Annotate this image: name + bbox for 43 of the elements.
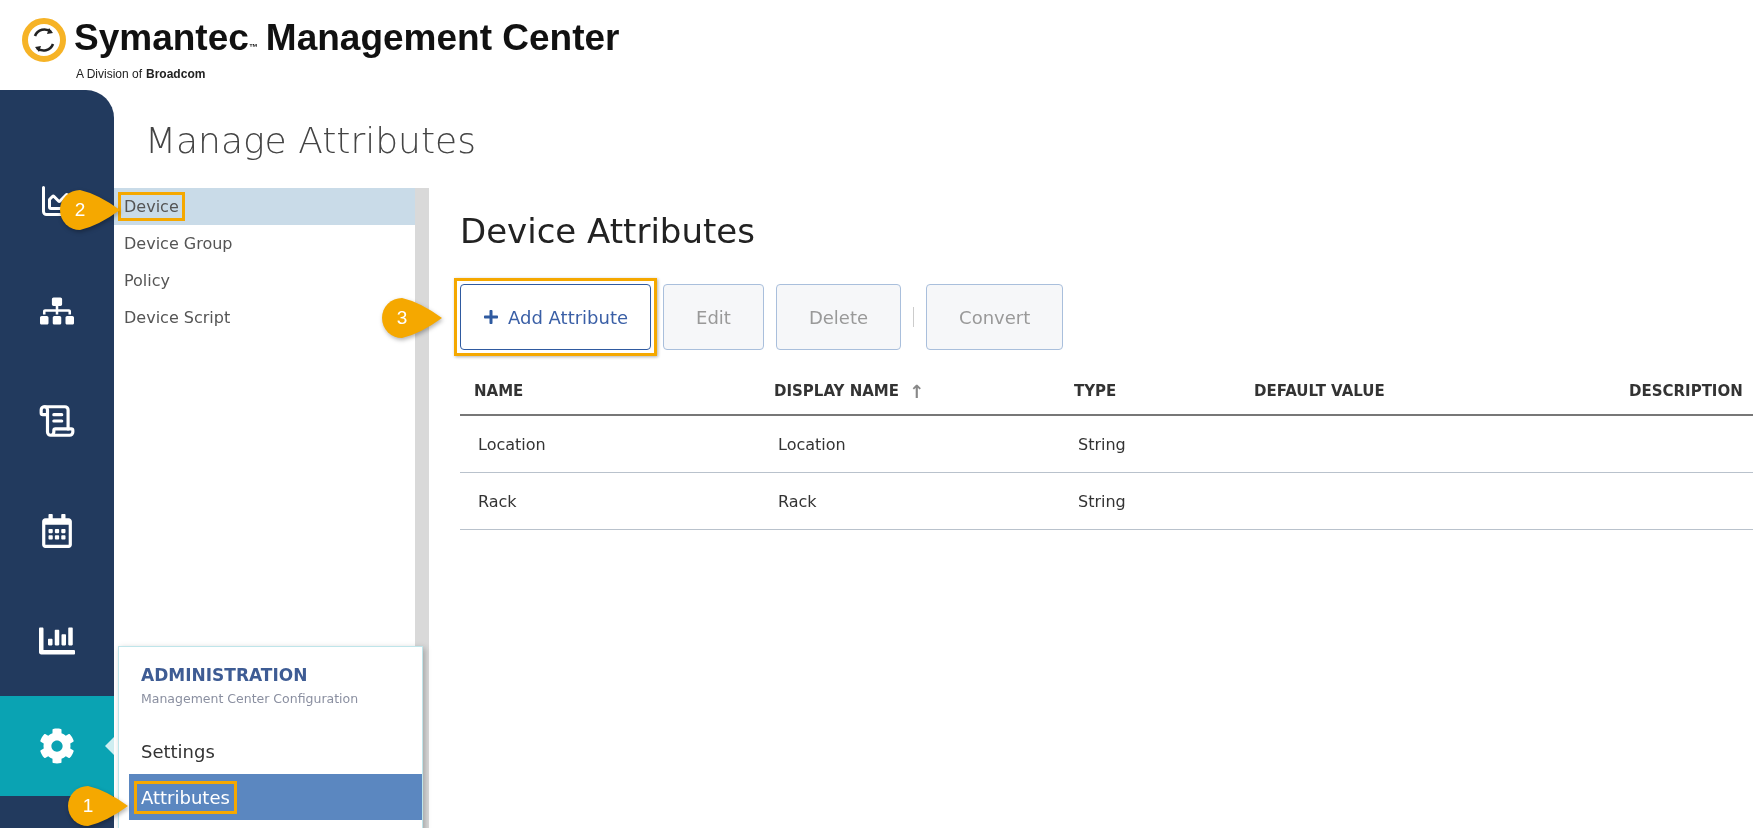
section-title: Device Attributes bbox=[460, 210, 756, 253]
table-cell: Rack bbox=[760, 473, 1060, 530]
table-cell: Location bbox=[760, 416, 1060, 473]
table-cell: String bbox=[1060, 416, 1240, 473]
calendar-icon[interactable] bbox=[40, 514, 74, 548]
column-header[interactable]: NAME bbox=[460, 368, 760, 416]
selected-sidebar-item[interactable]: Device bbox=[114, 188, 415, 225]
column-label: TYPE bbox=[1074, 382, 1117, 400]
sidebar-label[interactable]: Device Script bbox=[121, 306, 234, 329]
column-label: DISPLAY NAME bbox=[774, 382, 899, 400]
tagline-text: A Division of bbox=[76, 67, 143, 81]
menu-item[interactable]: Settings bbox=[129, 728, 422, 774]
column-header[interactable]: DISPLAY NAME ↑ bbox=[760, 368, 1060, 416]
menu-title: ADMINISTRATION bbox=[140, 665, 309, 685]
menu-subtitle: Management Center Configuration bbox=[140, 691, 360, 706]
logo-icon bbox=[22, 18, 66, 62]
settings-icon[interactable] bbox=[39, 728, 75, 764]
company-name: Broadcom bbox=[146, 67, 206, 81]
column-header[interactable]: DEFAULT VALUE bbox=[1240, 368, 1615, 416]
sort-arrow: ↑ bbox=[909, 380, 925, 402]
brand-name: Symantec bbox=[74, 18, 249, 58]
menu-label: Settings bbox=[140, 739, 216, 764]
column-label: DESCRIPTION bbox=[1629, 382, 1743, 400]
trademark-sign: ™ bbox=[248, 42, 258, 52]
table-cell: Rack bbox=[460, 473, 760, 530]
active-nav-item[interactable] bbox=[0, 696, 114, 796]
table-cell: String bbox=[1060, 473, 1240, 530]
product-name: Management Center bbox=[265, 18, 620, 58]
plus-icon bbox=[483, 309, 499, 325]
add-button[interactable]: Add Attribute bbox=[460, 284, 652, 350]
page-title: Manage Attributes bbox=[145, 119, 477, 163]
menu-item[interactable]: Attributes bbox=[129, 774, 422, 820]
scroll-icon[interactable] bbox=[38, 402, 76, 440]
sidebar-label[interactable]: Policy bbox=[121, 269, 174, 292]
highlighted-label[interactable]: Device bbox=[121, 195, 182, 218]
column-label: DEFAULT VALUE bbox=[1254, 382, 1385, 400]
table-cell: Location bbox=[460, 416, 760, 473]
column-label: NAME bbox=[474, 382, 524, 400]
sidebar-label[interactable]: Device Group bbox=[121, 232, 236, 255]
column-header[interactable]: DESCRIPTION bbox=[1615, 368, 1753, 416]
hierarchy-icon[interactable] bbox=[40, 294, 74, 328]
column-header[interactable]: TYPE bbox=[1060, 368, 1240, 416]
highlighted-label: Attributes bbox=[137, 783, 234, 811]
